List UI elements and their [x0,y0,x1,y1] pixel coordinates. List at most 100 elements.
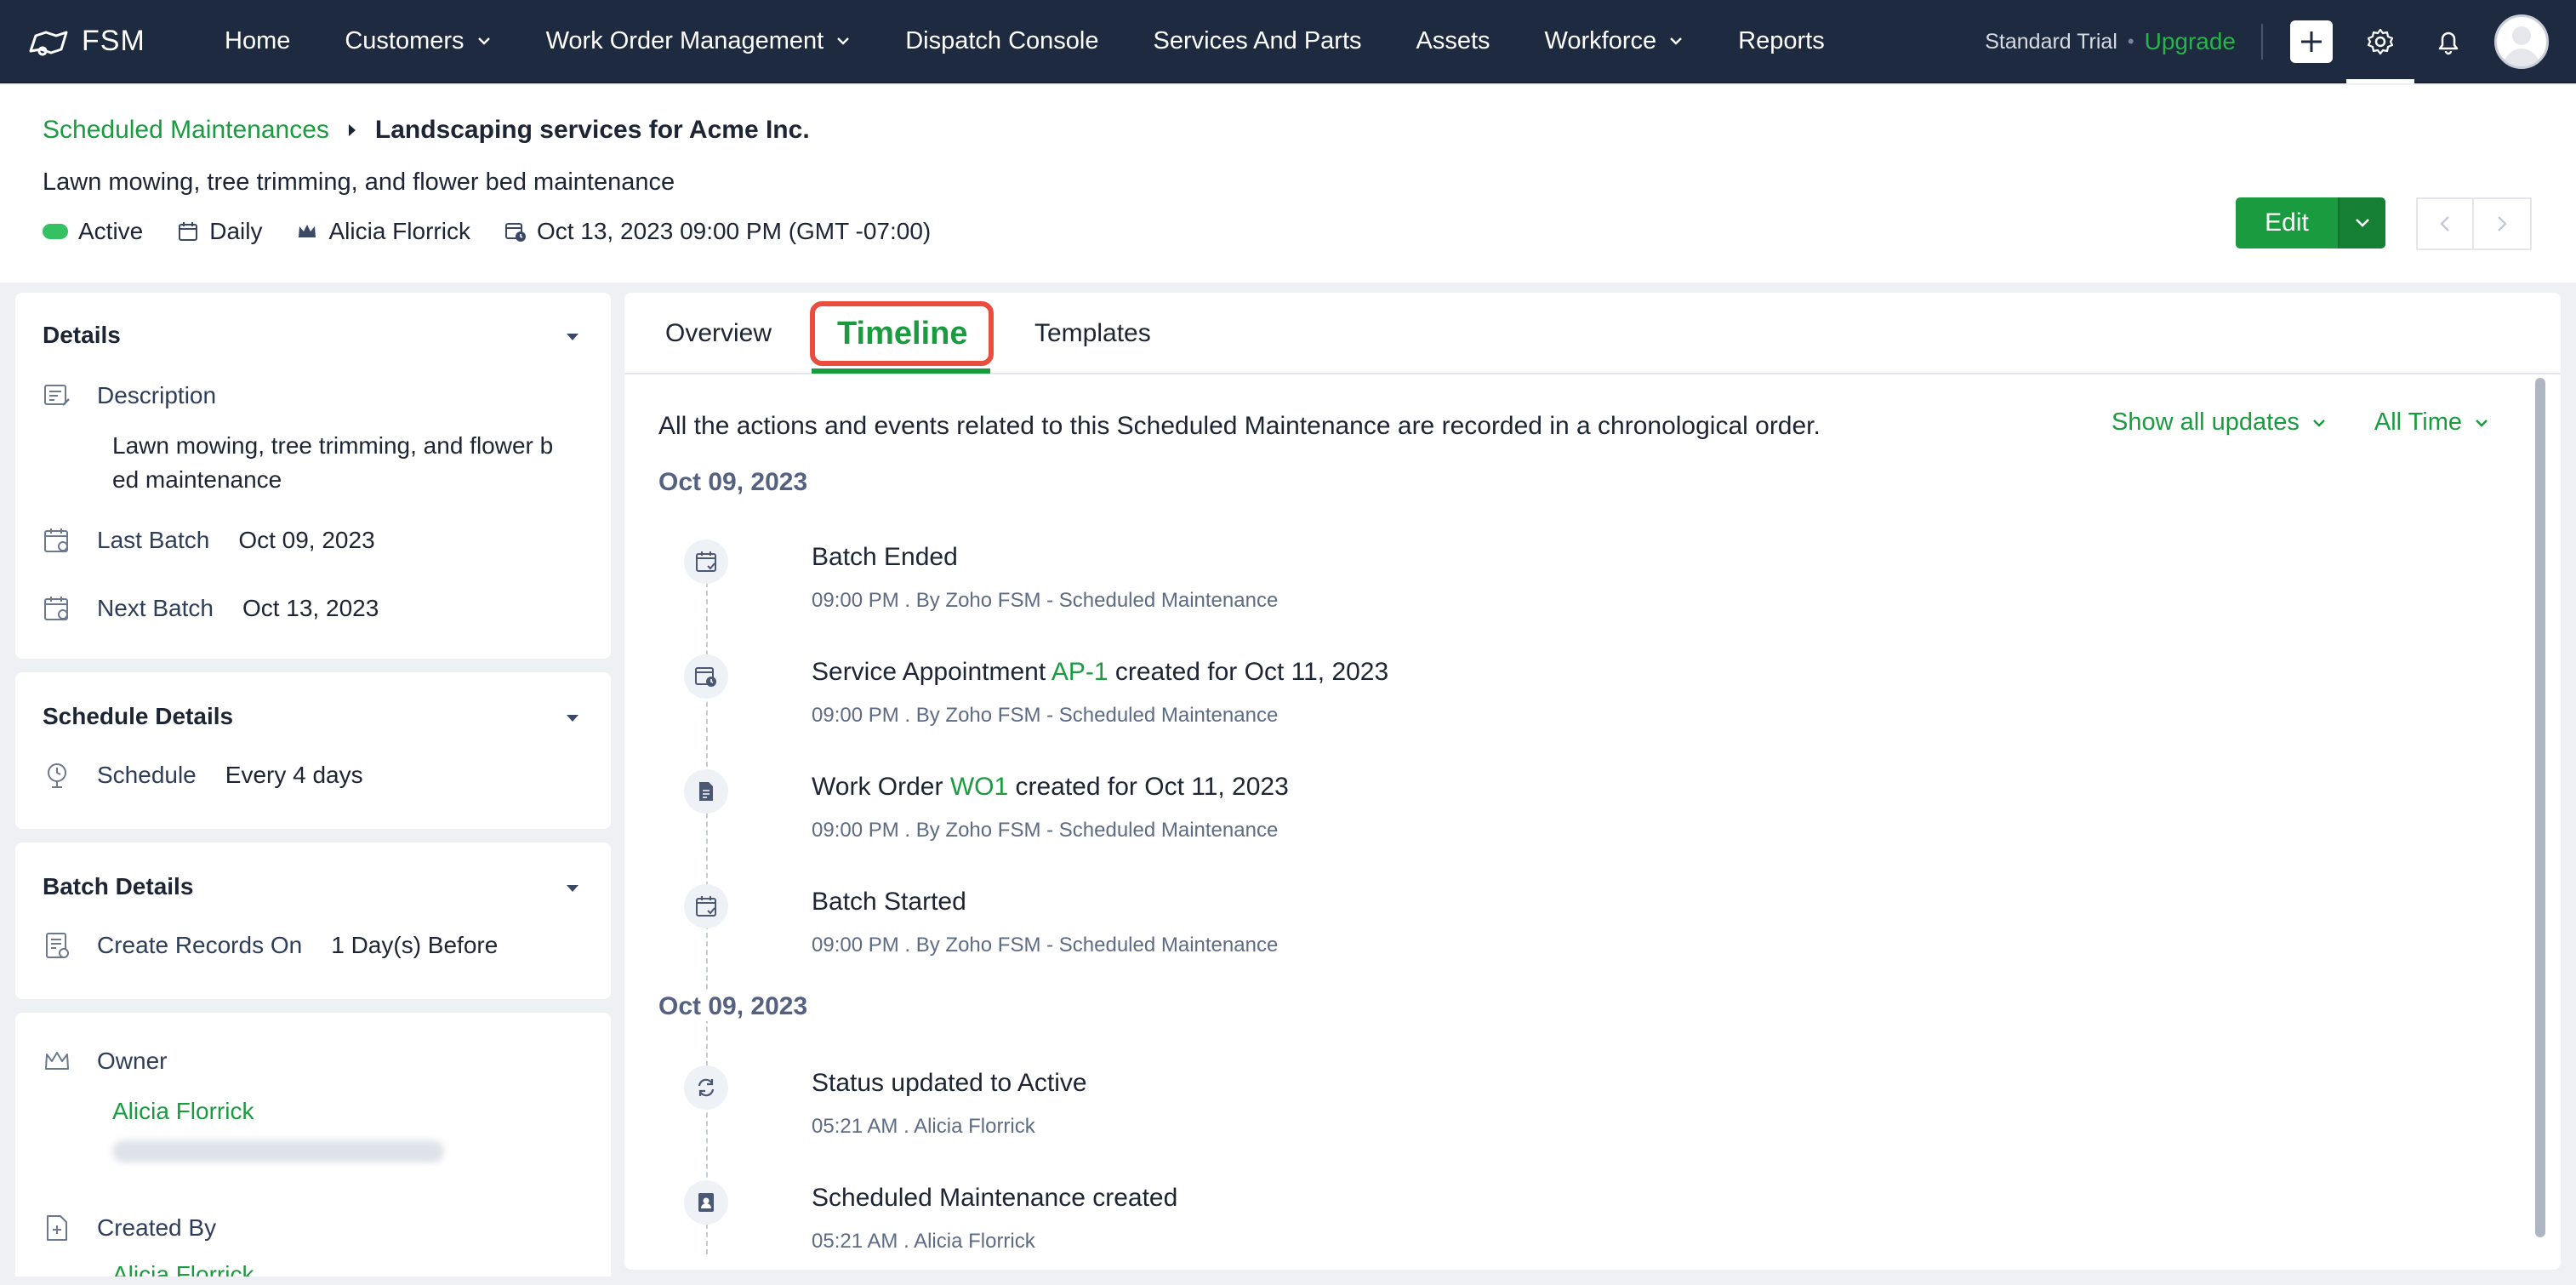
nav-item-reports[interactable]: Reports [1711,0,1852,83]
create-records-field: Create Records On 1 Day(s) Before [43,931,498,960]
record-header: Scheduled Maintenances Landscaping servi… [0,85,2576,283]
title-text: Service Appointment [812,658,1051,686]
nav-item-label: Reports [1738,26,1825,54]
caret-down-icon[interactable] [565,883,580,894]
description-field: Description [43,381,216,410]
tab-templates[interactable]: Templates [1034,293,1151,374]
work-order-link[interactable]: WO1 [950,773,1008,801]
nav-item-services-and-parts[interactable]: Services And Parts [1126,0,1389,83]
description-label: Description [97,382,217,408]
next-batch-label: Next Batch [97,595,214,621]
title-text: created for Oct 11, 2023 [1008,773,1289,801]
timeline-entry-meta: 09:00 PM . By Zoho FSM - Scheduled Maint… [812,934,1279,957]
title-text: Work Order [812,773,950,801]
timeline-entry-title: Service Appointment AP-1 created for Oct… [812,658,1388,687]
title-text: Batch Started [812,888,966,916]
owner-field: Owner [43,1047,167,1076]
nav-item-dispatch-console[interactable]: Dispatch Console [878,0,1126,83]
calendar-clock-icon [504,223,526,242]
crown-icon [45,1052,69,1070]
tab-timeline[interactable]: Timeline [837,293,967,374]
record-pager [2416,197,2532,250]
owner-text: Alicia Florrick [328,218,470,244]
owner-name-row: Alicia Florrick [112,1098,254,1125]
vertical-scrollbar[interactable] [2535,378,2545,1237]
separator-dot: • [2127,31,2134,52]
nav-item-assets[interactable]: Assets [1389,0,1518,83]
created-by-field: Created By [43,1214,216,1242]
timeline-filters: Show all updates All Time [2064,408,2489,437]
nav-item-label: Services And Parts [1153,26,1362,54]
records-icon [46,933,69,958]
fsm-logo-icon [27,24,70,58]
crown-icon [299,225,316,237]
avatar-icon [2504,26,2539,66]
frequency-meta: Daily [177,218,262,245]
divider [2261,24,2263,60]
schedule-details-title: Schedule Details [43,703,234,729]
timeline-entry-title: Status updated to Active [812,1069,1087,1098]
brand-name: FSM [82,24,145,57]
title-text: Batch Ended [812,543,958,571]
show-updates-filter[interactable]: Show all updates [2112,408,2327,437]
created-by-name-row: Alicia Florrick [112,1261,254,1276]
owner-label: Owner [97,1048,168,1074]
create-records-label: Create Records On [97,932,303,958]
timeline-entry-title: Batch Started [812,888,966,917]
owner-email-redacted [112,1140,444,1162]
plus-icon [2301,31,2322,52]
calendar-check-icon [684,884,728,928]
refresh-icon [684,1065,728,1110]
next-record-button[interactable] [2474,197,2532,250]
settings-button[interactable] [2346,0,2414,83]
nav-item-work-order-management[interactable]: Work Order Management [519,0,879,83]
timeline-intro-text: All the actions and events related to th… [658,412,1821,440]
tab-overview[interactable]: Overview [665,293,772,374]
record-meta: Active Daily Alicia Florrick Oct 13, 202… [43,218,965,245]
service-appointment-link[interactable]: AP-1 [1051,658,1108,686]
description-value: Lawn mowing, tree trimming, and flower b… [112,429,572,497]
nav-item-customers[interactable]: Customers [317,0,518,83]
schedule-field: Schedule Every 4 days [43,761,363,790]
owner-meta: Alicia Florrick [296,218,470,245]
contact-card-icon [684,1180,728,1225]
owner-name-link[interactable]: Alicia Florrick [112,1098,254,1125]
main-content-panel: Overview Timeline Templates All the acti… [624,293,2561,1270]
notifications-button[interactable] [2414,0,2482,83]
breadcrumb-parent-link[interactable]: Scheduled Maintenances [43,116,329,145]
calendar-icon [44,597,68,620]
trial-label: Standard Trial [1985,29,2117,54]
status-badge: Active [43,218,143,245]
nav-item-label: Assets [1416,26,1490,54]
nav-item-label: Workforce [1544,26,1657,54]
chevron-right-icon [2498,216,2507,231]
tab-bar: Overview Timeline Templates [624,293,2561,374]
filter-label: All Time [2374,408,2462,436]
top-navigation-bar: FSM Home Customers Work Order Management… [0,0,2576,83]
chevron-down-icon [2476,419,2488,427]
timeline-entry-meta: 09:00 PM . By Zoho FSM - Scheduled Maint… [812,704,1279,727]
timeline-entry-title: Work Order WO1 created for Oct 11, 2023 [812,773,1289,802]
edit-dropdown-button[interactable] [2338,197,2385,248]
edit-button[interactable]: Edit [2236,197,2338,248]
gear-icon [2367,28,2394,55]
created-by-name-link[interactable]: Alicia Florrick [112,1261,254,1276]
quick-create-button[interactable] [2290,20,2333,63]
upgrade-link[interactable]: Upgrade [2145,28,2236,55]
details-title: Details [43,322,121,348]
active-tab-indicator [812,368,990,374]
caret-down-icon[interactable] [565,713,580,723]
nav-item-workforce[interactable]: Workforce [1518,0,1712,83]
time-range-filter[interactable]: All Time [2374,408,2489,437]
edit-button-group: Edit [2236,197,2385,248]
title-text: Scheduled Maintenance created [812,1184,1178,1212]
nav-item-home[interactable]: Home [197,0,317,83]
description-icon [44,385,70,406]
timeline-entry: Batch Started 09:00 PM . By Zoho FSM - S… [684,884,2300,978]
datetime-text: Oct 13, 2023 09:00 PM (GMT -07:00) [536,218,932,244]
frequency-text: Daily [209,218,263,244]
caret-down-icon[interactable] [565,332,580,342]
brand[interactable]: FSM [27,24,197,58]
previous-record-button[interactable] [2416,197,2474,250]
user-avatar[interactable] [2494,14,2549,69]
